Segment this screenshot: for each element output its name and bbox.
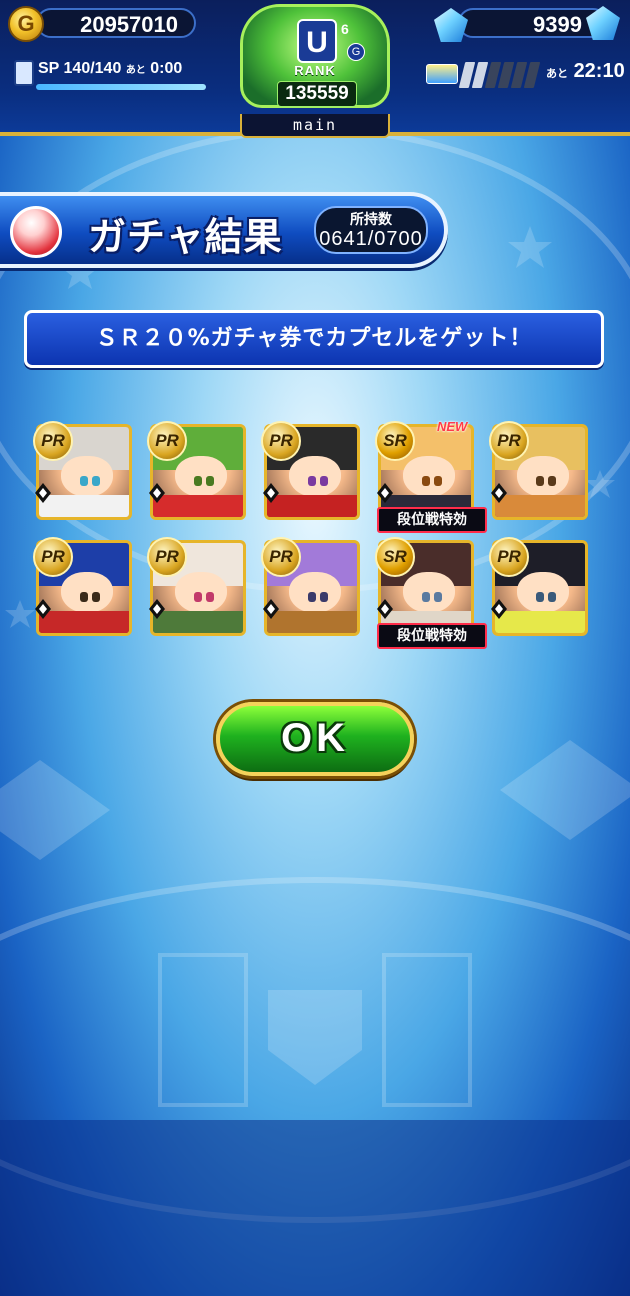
portrait-uniform xyxy=(267,495,357,517)
sp-value: 140/140 xyxy=(63,60,122,77)
portrait-face xyxy=(60,571,113,614)
portrait-uniform xyxy=(495,495,585,517)
event-bonus-tag: 段位戦特効 xyxy=(377,507,487,533)
portrait-face xyxy=(402,571,455,614)
portrait-eye xyxy=(319,591,328,602)
coin-amount: 20957010 xyxy=(80,12,178,37)
character-card[interactable]: PR xyxy=(33,537,132,636)
rarity-badge: PR xyxy=(489,537,529,577)
stamina-gauge xyxy=(458,62,541,88)
portrait-face xyxy=(174,455,227,498)
result-card-grid: PR PR PR SR NEW 段位戦特効 PR PR PR PR SR 段位戦特効 PR xyxy=(33,419,592,649)
portrait-face xyxy=(402,455,455,498)
portrait-eye xyxy=(547,475,556,486)
sp-status: SP 140/140 あと 0:00 xyxy=(38,60,182,78)
character-card[interactable]: PR xyxy=(147,537,246,636)
event-bonus-tag: 段位戦特効 xyxy=(377,623,487,649)
rarity-badge: SR xyxy=(375,421,415,461)
rank-letter: U xyxy=(297,19,337,63)
portrait-face xyxy=(60,455,113,498)
portrait-eye xyxy=(194,475,203,486)
rarity-badge: PR xyxy=(33,421,73,461)
owned-count-label: 所持数 xyxy=(350,212,392,228)
rank-points: 135559 xyxy=(277,81,357,107)
portrait-eye xyxy=(422,475,431,486)
portrait-face xyxy=(174,571,227,614)
character-card[interactable]: PR xyxy=(147,421,246,520)
rarity-badge: PR xyxy=(147,537,187,577)
page-title: ガチャ結果 xyxy=(88,215,283,259)
portrait-eye xyxy=(91,475,100,486)
portrait-eye xyxy=(205,591,214,602)
rarity-badge: PR xyxy=(147,421,187,461)
character-card[interactable]: PR xyxy=(33,421,132,520)
character-card[interactable]: SR NEW 段位戦特効 xyxy=(375,419,487,533)
new-tag: NEW xyxy=(437,419,468,434)
character-card[interactable]: PR xyxy=(261,421,360,520)
rarity-badge: PR xyxy=(261,421,301,461)
sp-remain-prefix: あと xyxy=(125,65,146,76)
rarity-badge: SR xyxy=(375,537,415,577)
gem-amount: 9399 xyxy=(533,12,582,37)
sp-label: SP xyxy=(38,60,60,77)
portrait-eye xyxy=(80,591,89,602)
rank-badge[interactable]: U 6 G RANK 135559 xyxy=(240,4,390,108)
rarity-badge: PR xyxy=(33,537,73,577)
portrait-face xyxy=(516,455,569,498)
coin-icon: G xyxy=(8,6,44,42)
portrait-eye xyxy=(547,591,556,602)
portrait-eye xyxy=(422,591,431,602)
portrait-eye xyxy=(91,591,100,602)
stamina-remain-time: 22:10 xyxy=(573,60,625,82)
portrait-eye xyxy=(433,591,442,602)
portrait-uniform xyxy=(39,611,129,633)
ok-button[interactable]: OK xyxy=(216,702,414,776)
portrait-eye xyxy=(308,475,317,486)
character-card[interactable]: PR xyxy=(489,421,588,520)
sp-card-icon xyxy=(14,60,34,86)
portrait-face xyxy=(288,455,341,498)
owned-count-value: 0641/0700 xyxy=(319,228,423,250)
main-tab[interactable]: main xyxy=(240,114,390,138)
portrait-eye xyxy=(205,475,214,486)
rank-level: 6 xyxy=(341,21,349,37)
portrait-eye xyxy=(194,591,203,602)
portrait-eye xyxy=(319,475,328,486)
sp-remain-time: 0:00 xyxy=(150,60,183,77)
portrait-uniform xyxy=(153,611,243,633)
portrait-eye xyxy=(536,591,545,602)
sp-gauge-fill xyxy=(36,84,206,90)
portrait-eye xyxy=(80,475,89,486)
character-card[interactable]: PR xyxy=(489,537,588,636)
portrait-uniform xyxy=(153,495,243,517)
rarity-badge: PR xyxy=(489,421,529,461)
sp-gauge xyxy=(36,84,206,90)
stamina-icon xyxy=(426,64,458,84)
result-message-banner: ＳＲ２０%ガチャ券でカプセルをゲット！ xyxy=(24,310,604,368)
character-card[interactable]: PR xyxy=(261,537,360,636)
rarity-badge: PR xyxy=(261,537,301,577)
portrait-face xyxy=(516,571,569,614)
capsule-icon xyxy=(10,206,62,258)
rank-label: RANK xyxy=(294,63,336,78)
portrait-uniform xyxy=(495,611,585,633)
portrait-uniform xyxy=(39,495,129,517)
character-card[interactable]: SR 段位戦特効 xyxy=(375,537,487,649)
gacha-result-title-bar: ガチャ結果 所持数 0641/0700 xyxy=(0,192,448,268)
stamina-recovery: あと 22:10 xyxy=(546,60,625,83)
portrait-eye xyxy=(433,475,442,486)
coin-counter: 20957010 xyxy=(36,8,196,38)
portrait-uniform xyxy=(267,611,357,633)
stamina-remain-prefix: あと xyxy=(546,68,568,80)
portrait-eye xyxy=(308,591,317,602)
portrait-face xyxy=(288,571,341,614)
gem-counter: 9399 xyxy=(458,8,608,38)
owned-count-box: 所持数 0641/0700 xyxy=(314,206,428,254)
rank-sub-grade: G xyxy=(347,43,365,61)
portrait-eye xyxy=(536,475,545,486)
